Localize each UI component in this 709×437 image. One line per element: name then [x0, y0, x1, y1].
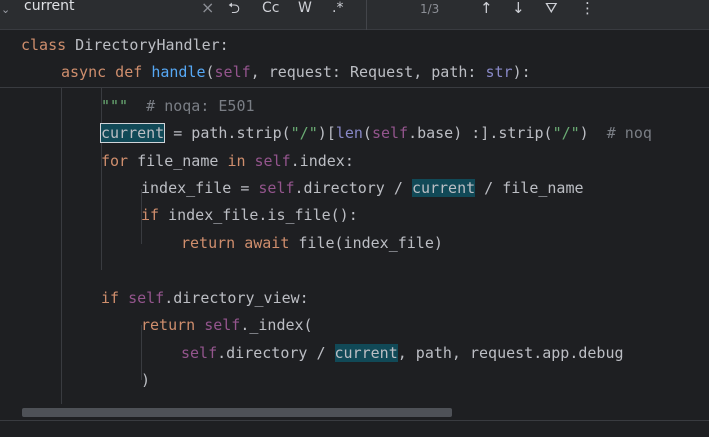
- search-match: current: [334, 344, 398, 362]
- filter-icon[interactable]: ⛛: [545, 0, 558, 18]
- editor-footer: [0, 420, 709, 437]
- code-line: self.directory / current, path, request.…: [181, 344, 624, 362]
- horizontal-scrollbar-thumb[interactable]: [22, 408, 452, 417]
- sticky-line-method[interactable]: async def handle(self, request: Request,…: [61, 59, 531, 86]
- more-options-icon[interactable]: ⋮: [580, 0, 595, 18]
- toggle-replace-icon[interactable]: ⮌: [228, 0, 240, 18]
- indent-guide: [61, 88, 62, 406]
- horizontal-scrollbar[interactable]: [0, 404, 709, 420]
- code-line: """ # noqa: E501: [101, 97, 255, 115]
- next-match-icon[interactable]: ↓: [512, 0, 525, 18]
- sticky-line-class[interactable]: class DirectoryHandler:: [21, 32, 229, 59]
- find-bar: ⌄ current × ⮌ Cc W .* 1/3 ↑ ↓ ⛛ ⋮: [0, 0, 709, 30]
- code-line: for file_name in self.index:: [101, 152, 354, 170]
- find-bar-divider: [366, 0, 367, 30]
- code-line: current = path.strip("/")[len(self.base)…: [99, 123, 652, 143]
- sticky-scope-header: class DirectoryHandler: async def handle…: [0, 31, 709, 88]
- search-history-chevron-icon[interactable]: ⌄: [1, 3, 10, 16]
- regex-button[interactable]: .*: [332, 0, 343, 18]
- code-line: ): [141, 371, 151, 389]
- code-line: return self._index(: [141, 316, 313, 334]
- whole-words-button[interactable]: W: [298, 0, 312, 18]
- match-counter: 1/3: [420, 2, 440, 16]
- code-line: if index_file.is_file():: [141, 206, 358, 224]
- search-match-current: current: [99, 123, 166, 143]
- previous-match-icon[interactable]: ↑: [480, 0, 493, 18]
- clear-search-icon[interactable]: ×: [201, 0, 214, 18]
- match-case-button[interactable]: Cc: [262, 0, 279, 18]
- search-match: current: [411, 179, 476, 197]
- code-line: index_file = self.directory / current / …: [141, 179, 584, 197]
- code-line: return await file(index_file): [181, 234, 443, 252]
- search-input[interactable]: current: [24, 0, 75, 14]
- code-line: if self.directory_view:: [101, 289, 309, 307]
- code-editor[interactable]: """ # noqa: E501 current = path.strip("/…: [0, 88, 709, 406]
